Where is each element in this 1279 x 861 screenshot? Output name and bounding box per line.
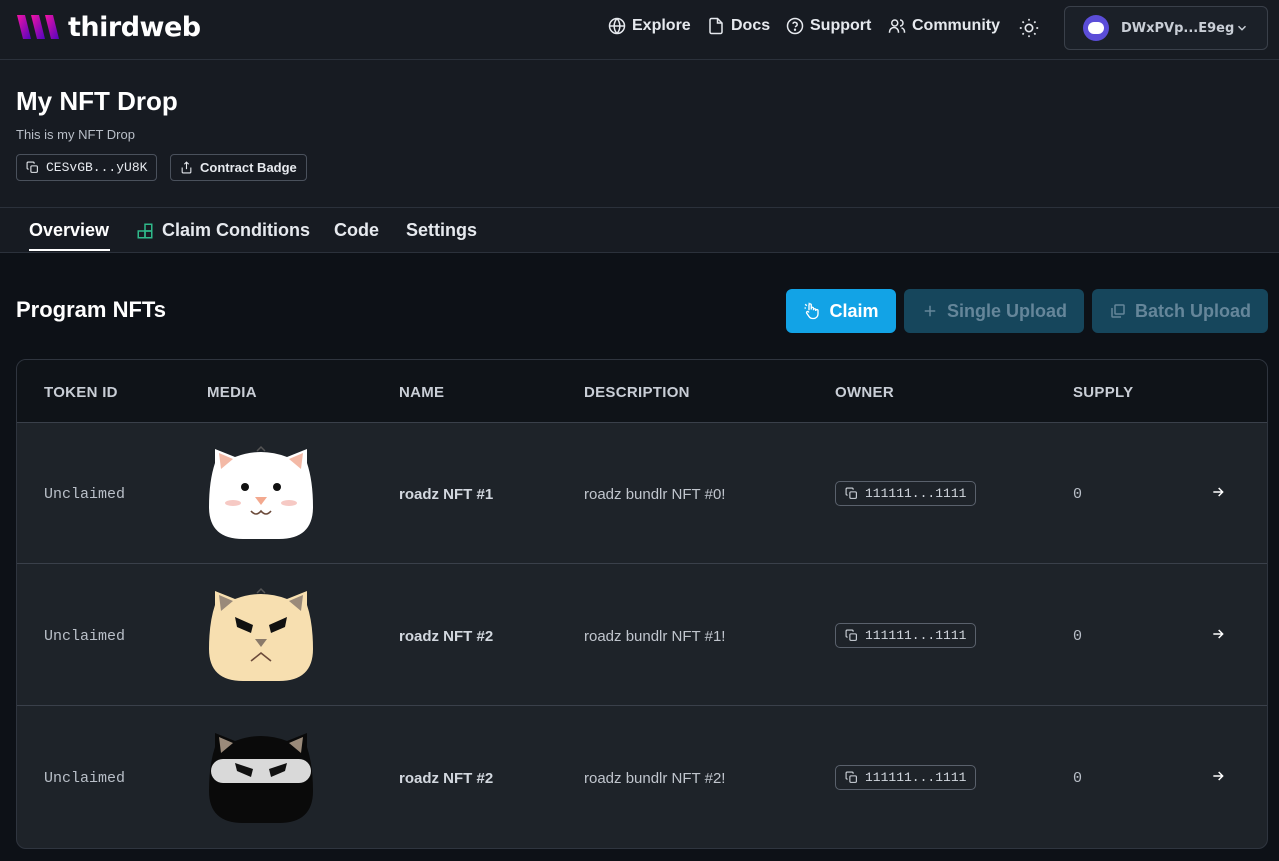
nav-community[interactable]: Community xyxy=(888,17,1000,35)
tan-cat-image xyxy=(209,587,313,681)
nav-support[interactable]: Support xyxy=(786,17,871,35)
thirdweb-logo-icon xyxy=(17,14,59,39)
owner-address-badge[interactable]: 111111...1111 xyxy=(835,765,977,790)
owner-address-badge[interactable]: 111111...1111 xyxy=(835,481,977,506)
claim-button[interactable]: Claim xyxy=(786,289,896,333)
column-header-name: NAME xyxy=(399,384,445,401)
copy-icon xyxy=(845,487,857,499)
nav-community-label: Community xyxy=(912,17,1000,34)
tab-claim-conditions-label: Claim Conditions xyxy=(162,220,310,240)
layers-icon xyxy=(1111,304,1125,318)
token-id-cell: Unclaimed xyxy=(44,770,126,787)
arrow-right-icon[interactable] xyxy=(1210,768,1226,784)
contract-badge-label: Contract Badge xyxy=(200,160,297,175)
tab-overview[interactable]: Overview xyxy=(29,220,109,241)
wallet-address: DWxPVp...E9eg xyxy=(1121,20,1235,36)
claim-button-label: Claim xyxy=(829,300,879,321)
column-header-description: DESCRIPTION xyxy=(584,384,690,401)
nft-description-cell: roadz bundlr NFT #1! xyxy=(584,628,726,645)
nav-docs-label: Docs xyxy=(731,17,771,34)
copy-icon xyxy=(26,161,38,173)
supply-cell: 0 xyxy=(1073,486,1083,503)
table-row[interactable]: Unclaimed roadz NFT #2 roadz bundlr NFT … xyxy=(17,707,1267,848)
nav-support-label: Support xyxy=(810,17,872,34)
page-subtitle: This is my NFT Drop xyxy=(16,127,135,142)
batch-upload-button[interactable]: Batch Upload xyxy=(1092,289,1268,333)
tab-code-label: Code xyxy=(334,220,379,240)
sun-icon[interactable] xyxy=(1018,17,1040,39)
pointer-hand-icon xyxy=(804,302,820,320)
table-header: TOKEN ID MEDIA NAME DESCRIPTION OWNER SU… xyxy=(17,360,1267,423)
token-id-cell: Unclaimed xyxy=(44,486,126,503)
globe-icon xyxy=(608,17,626,35)
tab-settings[interactable]: Settings xyxy=(406,220,477,241)
share-icon xyxy=(181,161,192,174)
thirdweb-logo[interactable]: thirdweb xyxy=(16,12,201,43)
nav-explore[interactable]: Explore xyxy=(608,17,691,35)
table-row[interactable]: Unclaimed roadz NFT #1 roadz bundlr NFT … xyxy=(17,423,1267,564)
token-id-cell: Unclaimed xyxy=(44,628,126,645)
nft-name-cell: roadz NFT #2 xyxy=(399,770,494,787)
owner-address: 111111...1111 xyxy=(865,770,967,785)
wallet-avatar-icon xyxy=(1083,15,1109,41)
chevron-down-icon xyxy=(1237,25,1247,31)
tab-code[interactable]: Code xyxy=(334,220,379,241)
nft-name-cell: roadz NFT #1 xyxy=(399,486,494,503)
grid-icon xyxy=(137,223,153,238)
top-navigation-bar: thirdweb Explore Docs Support Community … xyxy=(0,0,1279,60)
black-ninja-cat-image xyxy=(209,733,313,823)
arrow-right-icon[interactable] xyxy=(1210,626,1226,642)
users-icon xyxy=(888,19,906,33)
batch-upload-label: Batch Upload xyxy=(1134,300,1251,321)
document-icon xyxy=(709,17,723,35)
owner-address-badge[interactable]: 111111...1111 xyxy=(835,623,977,648)
single-upload-button[interactable]: Single Upload xyxy=(904,289,1084,333)
tab-settings-label: Settings xyxy=(406,220,478,240)
copy-icon xyxy=(845,771,857,783)
nft-table: TOKEN ID MEDIA NAME DESCRIPTION OWNER SU… xyxy=(16,359,1268,849)
supply-cell: 0 xyxy=(1073,628,1083,645)
nft-description-cell: roadz bundlr NFT #2! xyxy=(584,770,726,787)
column-header-owner: OWNER xyxy=(835,384,894,401)
contract-address-badge[interactable]: CESvGB...yU8K xyxy=(16,154,158,181)
tab-claim-conditions[interactable]: Claim Conditions xyxy=(136,220,310,241)
wallet-button[interactable]: DWxPVp...E9eg xyxy=(1064,6,1268,50)
column-header-supply: SUPPLY xyxy=(1073,384,1134,401)
nft-description-cell: roadz bundlr NFT #0! xyxy=(584,486,726,503)
contract-address: CESvGB...yU8K xyxy=(46,160,148,175)
owner-address: 111111...1111 xyxy=(865,486,967,501)
contract-badge-button[interactable]: Contract Badge xyxy=(170,154,307,181)
tab-bar: Overview Claim Conditions Code Settings xyxy=(0,208,1279,253)
tab-overview-label: Overview xyxy=(29,220,110,240)
active-tab-indicator xyxy=(29,249,110,251)
page-title: My NFT Drop xyxy=(16,86,178,116)
contract-header: My NFT Drop This is my NFT Drop CESvGB..… xyxy=(0,60,1279,208)
owner-address: 111111...1111 xyxy=(865,628,967,643)
single-upload-label: Single Upload xyxy=(946,300,1067,321)
logo-text: thirdweb xyxy=(68,12,201,43)
copy-icon xyxy=(845,629,857,641)
plus-icon xyxy=(924,305,936,317)
supply-cell: 0 xyxy=(1073,770,1083,787)
column-header-token-id: TOKEN ID xyxy=(44,384,118,401)
nav-explore-label: Explore xyxy=(632,17,691,34)
section-title: Program NFTs xyxy=(16,297,166,322)
arrow-right-icon[interactable] xyxy=(1210,484,1226,500)
table-row[interactable]: Unclaimed roadz NFT #2 roadz bundlr NFT … xyxy=(17,565,1267,706)
nav-docs[interactable]: Docs xyxy=(707,17,770,35)
column-header-media: MEDIA xyxy=(207,384,257,401)
nft-name-cell: roadz NFT #2 xyxy=(399,628,494,645)
white-cat-image xyxy=(209,445,313,539)
help-circle-icon xyxy=(786,17,804,35)
